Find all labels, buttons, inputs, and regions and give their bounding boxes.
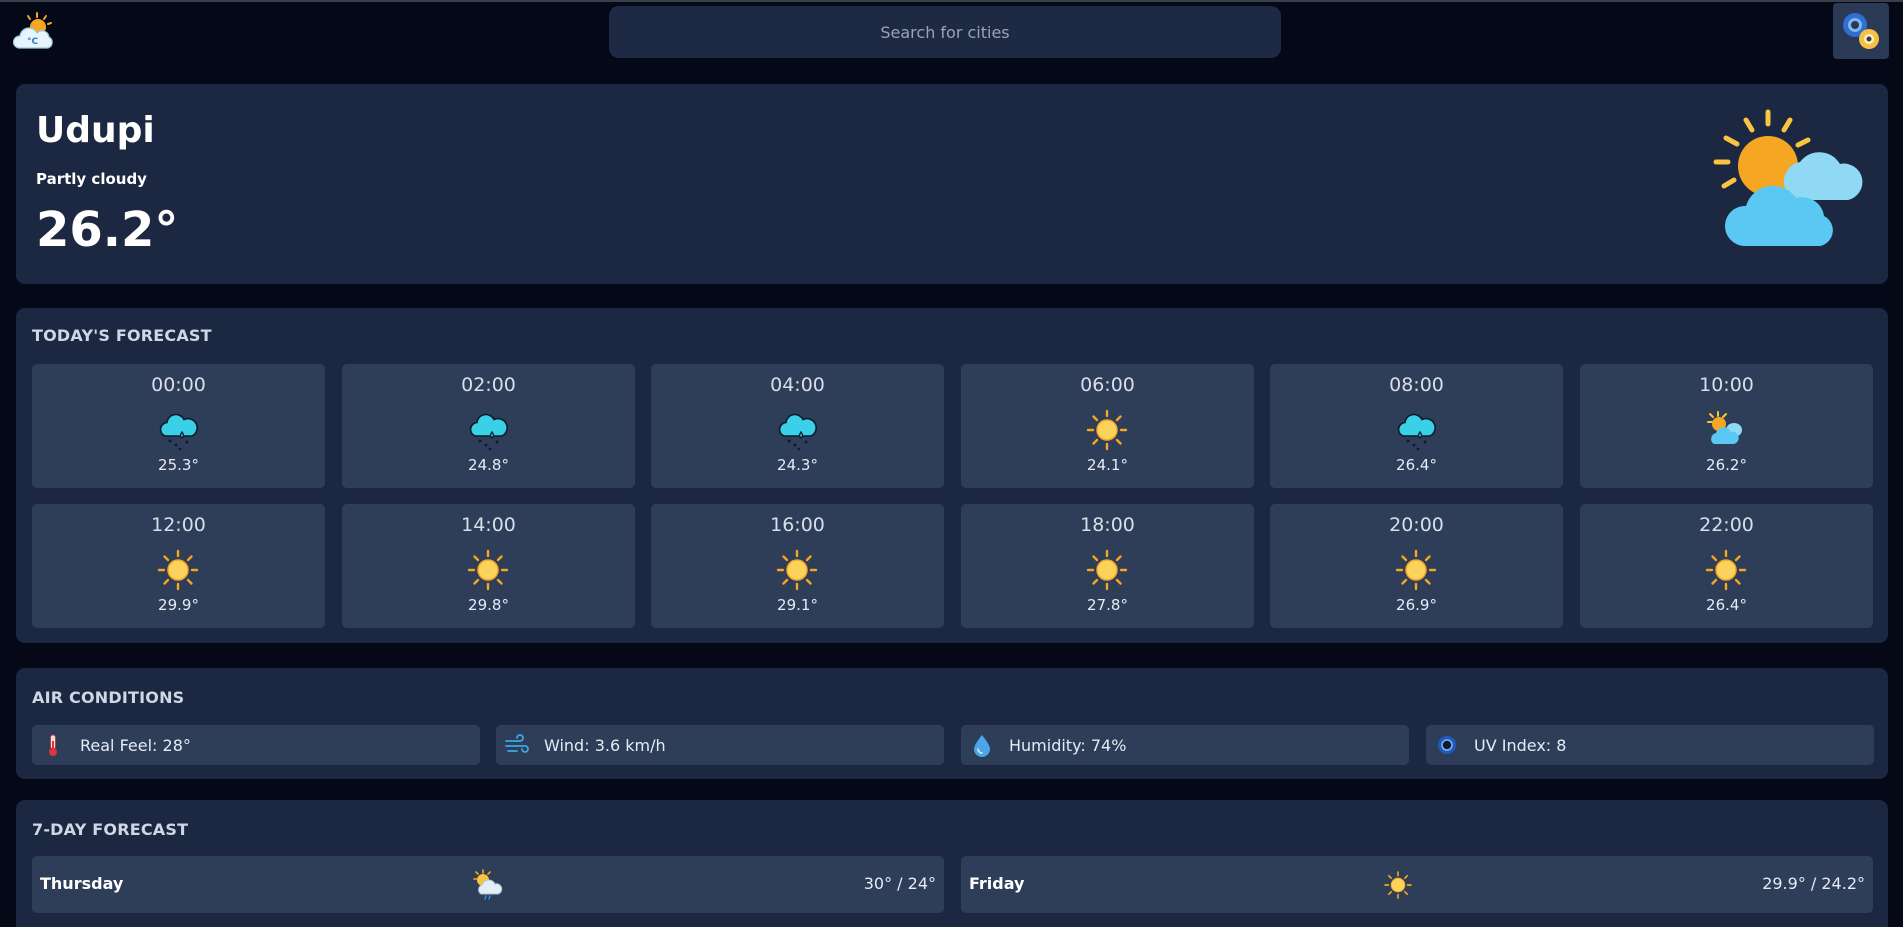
sun-icon (156, 548, 200, 592)
hourly-card[interactable]: 20:00 26.9° (1270, 504, 1563, 628)
hour-time: 16:00 (770, 514, 825, 536)
app-logo-icon[interactable]: °C (13, 10, 57, 54)
hourly-card[interactable]: 14:00 29.8° (342, 504, 635, 628)
hour-time: 20:00 (1389, 514, 1444, 536)
sun-icon (1394, 548, 1438, 592)
wind-value: Wind: 3.6 km/h (544, 735, 666, 755)
rain-cloud-icon (775, 408, 819, 452)
hourly-card[interactable]: 22:00 26.4° (1580, 504, 1873, 628)
hour-temperature: 29.9° (158, 596, 199, 614)
day-forecast-row[interactable]: Thursday 30° / 24° (32, 856, 944, 913)
sun-icon (1704, 548, 1748, 592)
hour-time: 18:00 (1080, 514, 1135, 536)
air-conditions-panel: AIR CONDITIONS Real Feel: 28° Wind: 3.6 … (16, 668, 1888, 779)
humidity-value: Humidity: 74% (1009, 735, 1127, 755)
day-forecast-row[interactable]: Friday 29.9° / 24.2° (961, 856, 1873, 913)
hourly-card[interactable]: 12:00 29.9° (32, 504, 325, 628)
hourly-card[interactable]: 08:00 26.4° (1270, 364, 1563, 488)
thermometer-icon (49, 734, 57, 756)
gears-icon (1843, 13, 1879, 49)
hour-temperature: 25.3° (158, 456, 199, 474)
day-name: Thursday (40, 874, 124, 893)
humidity-drop-icon (974, 735, 990, 757)
hour-time: 02:00 (461, 374, 516, 396)
hour-time: 06:00 (1080, 374, 1135, 396)
partly-cloudy-icon (1713, 109, 1863, 246)
settings-button[interactable] (1833, 3, 1889, 59)
sun-icon (1085, 408, 1129, 452)
sun-icon (1383, 870, 1413, 900)
uv-sun-icon (1438, 736, 1456, 754)
day-temperature-range: 30° / 24° (863, 874, 936, 893)
current-weather-panel: Udupi Partly cloudy 26.2° (16, 84, 1888, 284)
hour-time: 08:00 (1389, 374, 1444, 396)
sun-icon (466, 548, 510, 592)
todays-forecast-title: TODAY'S FORECAST (32, 326, 212, 345)
sun-cloud-rain-icon (473, 869, 503, 900)
hourly-card[interactable]: 04:00 24.3° (651, 364, 944, 488)
weather-condition: Partly cloudy (36, 170, 147, 188)
hour-time: 00:00 (151, 374, 206, 396)
hourly-card[interactable]: 00:00 25.3° (32, 364, 325, 488)
window-top-border (0, 0, 1903, 2)
hour-temperature: 29.1° (777, 596, 818, 614)
hour-time: 22:00 (1699, 514, 1754, 536)
current-temperature: 26.2° (36, 202, 179, 258)
hour-temperature: 24.1° (1087, 456, 1128, 474)
sun-icon (775, 548, 819, 592)
hour-time: 12:00 (151, 514, 206, 536)
real-feel-value: Real Feel: 28° (80, 735, 191, 755)
wind-item[interactable]: Wind: 3.6 km/h (496, 725, 944, 765)
hourly-card[interactable]: 18:00 27.8° (961, 504, 1254, 628)
hour-temperature: 27.8° (1087, 596, 1128, 614)
partly-cloudy-icon (1704, 408, 1748, 452)
seven-day-forecast-panel: 7-DAY FORECAST Thursday 30° / 24° Friday… (16, 800, 1888, 927)
hourly-card[interactable]: 06:00 24.1° (961, 364, 1254, 488)
hour-temperature: 26.4° (1396, 456, 1437, 474)
hour-time: 04:00 (770, 374, 825, 396)
hour-temperature: 26.4° (1706, 596, 1747, 614)
hourly-card[interactable]: 10:00 26.2° (1580, 364, 1873, 488)
wind-icon (505, 734, 529, 753)
rain-cloud-icon (156, 408, 200, 452)
hourly-card[interactable]: 02:00 24.8° (342, 364, 635, 488)
hour-temperature: 29.8° (468, 596, 509, 614)
real-feel-item[interactable]: Real Feel: 28° (32, 725, 480, 765)
air-conditions-title: AIR CONDITIONS (32, 688, 185, 707)
uv-index-value: UV Index: 8 (1474, 735, 1567, 755)
uv-index-item[interactable]: UV Index: 8 (1426, 725, 1874, 765)
day-temperature-range: 29.9° / 24.2° (1762, 874, 1865, 893)
todays-forecast-panel: TODAY'S FORECAST 00:00 25.3° 02:00 24.8°… (16, 308, 1888, 643)
svg-text:°C: °C (27, 37, 39, 47)
hour-temperature: 26.9° (1396, 596, 1437, 614)
hour-temperature: 24.3° (777, 456, 818, 474)
hour-time: 10:00 (1699, 374, 1754, 396)
rain-cloud-icon (466, 408, 510, 452)
sun-icon (1085, 548, 1129, 592)
hour-time: 14:00 (461, 514, 516, 536)
city-name: Udupi (36, 110, 155, 151)
humidity-item[interactable]: Humidity: 74% (961, 725, 1409, 765)
hourly-card[interactable]: 16:00 29.1° (651, 504, 944, 628)
city-search-input[interactable] (609, 6, 1281, 58)
day-name: Friday (969, 874, 1025, 893)
hour-temperature: 26.2° (1706, 456, 1747, 474)
seven-day-forecast-title: 7-DAY FORECAST (32, 820, 189, 839)
rain-cloud-icon (1394, 408, 1438, 452)
hour-temperature: 24.8° (468, 456, 509, 474)
